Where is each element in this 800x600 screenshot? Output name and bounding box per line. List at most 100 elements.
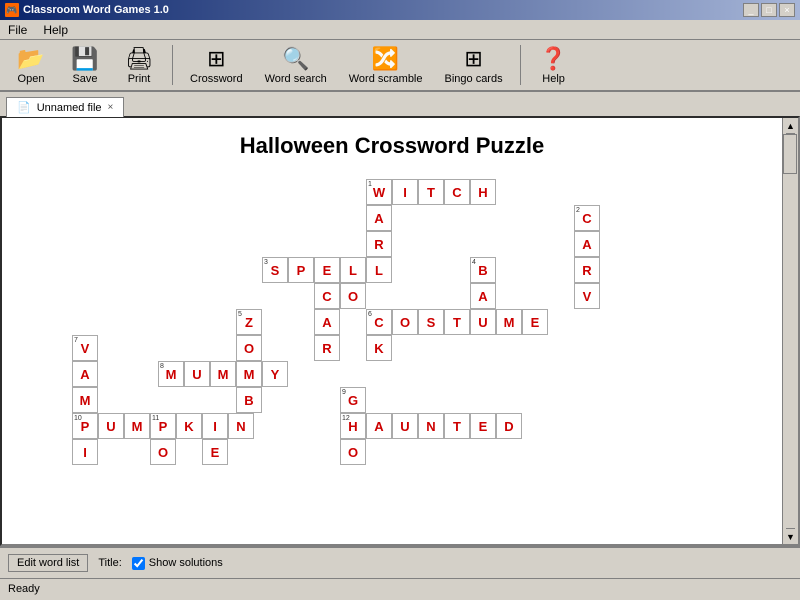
bingo-label: Bingo cards (445, 73, 503, 85)
help-label: Help (542, 73, 565, 85)
tab-doc-icon: 📄 (17, 101, 31, 114)
cell-A4: A (470, 283, 496, 309)
cell-M8b: M (210, 361, 236, 387)
cell-H: H (470, 179, 496, 205)
cell-T6: T (444, 309, 470, 335)
cell-E3: E (314, 257, 340, 283)
save-button[interactable]: 💾 Save (60, 43, 110, 88)
cell-P10: 10P (72, 413, 98, 439)
crossword-label: Crossword (190, 73, 243, 85)
menu-help[interactable]: Help (35, 21, 76, 39)
scroll-up-button[interactable]: ▲ (786, 118, 795, 134)
cell-N10: N (228, 413, 254, 439)
cell-P3: P (288, 257, 314, 283)
cell-I10: I (202, 413, 228, 439)
puzzle-title: Halloween Crossword Puzzle (22, 133, 762, 159)
cell-R5: R (314, 335, 340, 361)
save-icon: 💾 (71, 46, 98, 72)
toolbar-separator-2 (520, 45, 521, 85)
cell-A12: A (366, 413, 392, 439)
cell-U10: U (98, 413, 124, 439)
scroll-track (783, 134, 798, 528)
tab-close-icon[interactable]: × (108, 102, 114, 113)
cell-M6: M (496, 309, 522, 335)
cell-C3: C (314, 283, 340, 309)
word-search-button[interactable]: 🔍 Word search (256, 43, 336, 88)
cell-R1: R (366, 231, 392, 257)
cell-K6: K (366, 335, 392, 361)
show-solutions-checkbox[interactable] (132, 557, 145, 570)
tab-unnamed-file[interactable]: 📄 Unnamed file × (6, 97, 124, 117)
cell-O3: O (340, 283, 366, 309)
cell-O11: O (150, 439, 176, 465)
bingo-cards-button[interactable]: ⊞ Bingo cards (436, 43, 512, 88)
tab-label: Unnamed file (37, 102, 102, 114)
print-label: Print (128, 73, 151, 85)
cell-L3b: L (366, 257, 392, 283)
cell-C: C (444, 179, 470, 205)
cell-S6: S (418, 309, 444, 335)
cell-D12: D (496, 413, 522, 439)
scroll-down-button[interactable]: ▼ (786, 528, 795, 544)
save-label: Save (72, 73, 97, 85)
close-button[interactable]: × (779, 3, 795, 17)
maximize-button[interactable]: □ (761, 3, 777, 17)
cell-U8: U (184, 361, 210, 387)
cell-I: I (392, 179, 418, 205)
scroll-bar[interactable]: ▲ ▼ (782, 118, 798, 544)
cell-W: 1W (366, 179, 392, 205)
help-button[interactable]: ❓ Help (529, 43, 579, 88)
open-button[interactable]: 📂 Open (6, 43, 56, 88)
puzzle-scroll: Halloween Crossword Puzzle 1W I T C H A … (2, 118, 782, 544)
cell-T: T (418, 179, 444, 205)
edit-word-list-button[interactable]: Edit word list (8, 554, 88, 572)
cell-U12: U (392, 413, 418, 439)
print-button[interactable]: 🖨 Print (114, 43, 164, 88)
menu-file[interactable]: File (0, 21, 35, 39)
cell-E6: E (522, 309, 548, 335)
cell-V7: 7V (72, 335, 98, 361)
cell-L3a: L (340, 257, 366, 283)
bingo-icon: ⊞ (464, 46, 482, 72)
bottom-bar: Edit word list Title: Show solutions (0, 546, 800, 578)
cell-M7: M (72, 387, 98, 413)
word-scramble-button[interactable]: 🔀 Word scramble (340, 43, 432, 88)
word-scramble-icon: 🔀 (372, 46, 399, 72)
print-icon: 🖨 (125, 46, 153, 72)
cell-B8: B (236, 387, 262, 413)
cell-Y8: Y (262, 361, 288, 387)
status-bar: Ready (0, 578, 800, 598)
cell-Z5: 5Z (236, 309, 262, 335)
title-label: Title: (98, 557, 121, 569)
cell-G9: 9G (340, 387, 366, 413)
cell-A1: A (366, 205, 392, 231)
help-icon: ❓ (540, 46, 567, 72)
cell-V2: V (574, 283, 600, 309)
crossword-grid: 1W I T C H A R 2C A R V 3S P E L L C O 4… (22, 179, 772, 544)
word-scramble-label: Word scramble (349, 73, 423, 85)
cell-P10b: 11P (150, 413, 176, 439)
title-bar-text: Classroom Word Games 1.0 (23, 4, 169, 16)
cell-O12: O (340, 439, 366, 465)
toolbar-separator (172, 45, 173, 85)
crossword-button[interactable]: ⊞ Crossword (181, 43, 252, 88)
app-icon: 🎮 (5, 3, 19, 17)
minimize-button[interactable]: _ (743, 3, 759, 17)
cell-E11: E (202, 439, 228, 465)
cell-I10b: I (72, 439, 98, 465)
cell-C2: 2C (574, 205, 600, 231)
open-label: Open (18, 73, 45, 85)
word-search-icon: 🔍 (282, 46, 309, 72)
cell-N12: N (418, 413, 444, 439)
title-bar: 🎮 Classroom Word Games 1.0 _ □ × (0, 0, 800, 20)
scroll-handle[interactable] (783, 134, 797, 174)
cell-K10: K (176, 413, 202, 439)
tab-bar: 📄 Unnamed file × (0, 92, 800, 116)
status-text: Ready (8, 583, 40, 595)
cell-T12: T (444, 413, 470, 439)
menu-bar: File Help (0, 20, 800, 40)
toolbar: 📂 Open 💾 Save 🖨 Print ⊞ Crossword 🔍 Word… (0, 40, 800, 92)
window-controls[interactable]: _ □ × (743, 3, 795, 17)
cell-S3: 3S (262, 257, 288, 283)
show-solutions-text: Show solutions (149, 557, 223, 569)
